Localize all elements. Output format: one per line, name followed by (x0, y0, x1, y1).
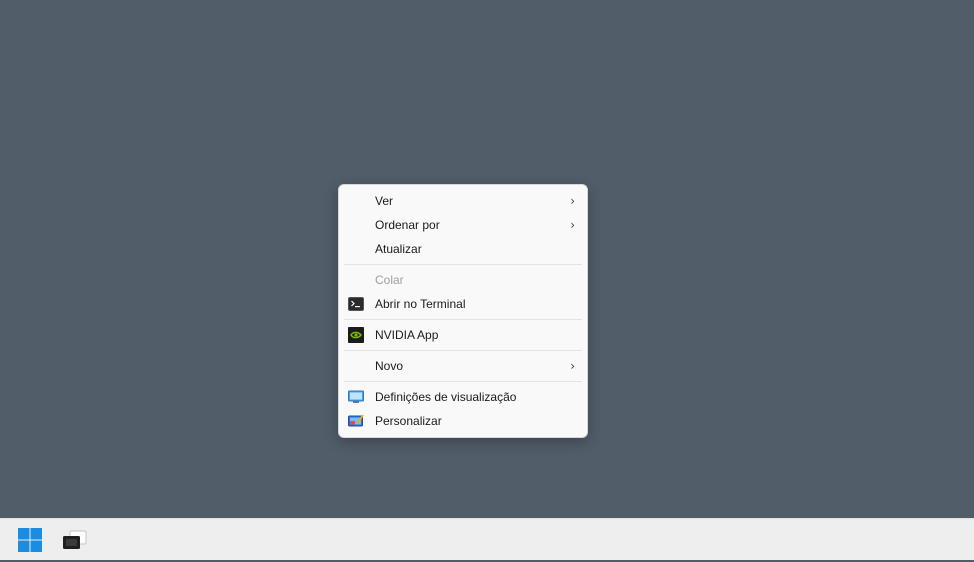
menu-item-open-terminal[interactable]: Abrir no Terminal (339, 292, 587, 316)
task-view-icon (57, 530, 91, 561)
chevron-right-icon: › (570, 218, 575, 232)
menu-divider (344, 381, 582, 382)
display-settings-icon (348, 389, 364, 405)
terminal-icon (348, 296, 364, 312)
chevron-right-icon: › (570, 359, 575, 373)
menu-divider (344, 350, 582, 351)
menu-divider (344, 264, 582, 265)
menu-item-label: Definições de visualização (375, 390, 517, 404)
menu-item-label: Ver (375, 194, 394, 208)
menu-item-view[interactable]: Ver › (339, 189, 587, 213)
menu-item-paste: Colar (339, 268, 587, 292)
menu-item-label: Personalizar (375, 414, 442, 428)
menu-item-display-settings[interactable]: Definições de visualização (339, 385, 587, 409)
desktop-context-menu: Ver › Ordenar por › Atualizar Colar Abri… (338, 184, 588, 438)
menu-item-label: Novo (375, 359, 404, 373)
menu-item-label: Atualizar (375, 242, 422, 256)
nvidia-icon (348, 327, 364, 343)
menu-divider (344, 319, 582, 320)
menu-item-label: Ordenar por (375, 218, 440, 232)
taskbar (0, 518, 974, 560)
menu-item-refresh[interactable]: Atualizar (339, 237, 587, 261)
menu-item-personalize[interactable]: Personalizar (339, 409, 587, 433)
menu-item-label: Colar (375, 273, 404, 287)
windows-logo-icon (13, 528, 47, 561)
task-view-button[interactable] (57, 523, 91, 557)
menu-item-label: NVIDIA App (375, 328, 439, 342)
menu-item-new[interactable]: Novo › (339, 354, 587, 378)
menu-item-nvidia-app[interactable]: NVIDIA App (339, 323, 587, 347)
menu-item-sort-by[interactable]: Ordenar por › (339, 213, 587, 237)
chevron-right-icon: › (570, 194, 575, 208)
start-button[interactable] (13, 523, 47, 557)
menu-item-label: Abrir no Terminal (375, 297, 466, 311)
personalize-icon (348, 413, 364, 429)
